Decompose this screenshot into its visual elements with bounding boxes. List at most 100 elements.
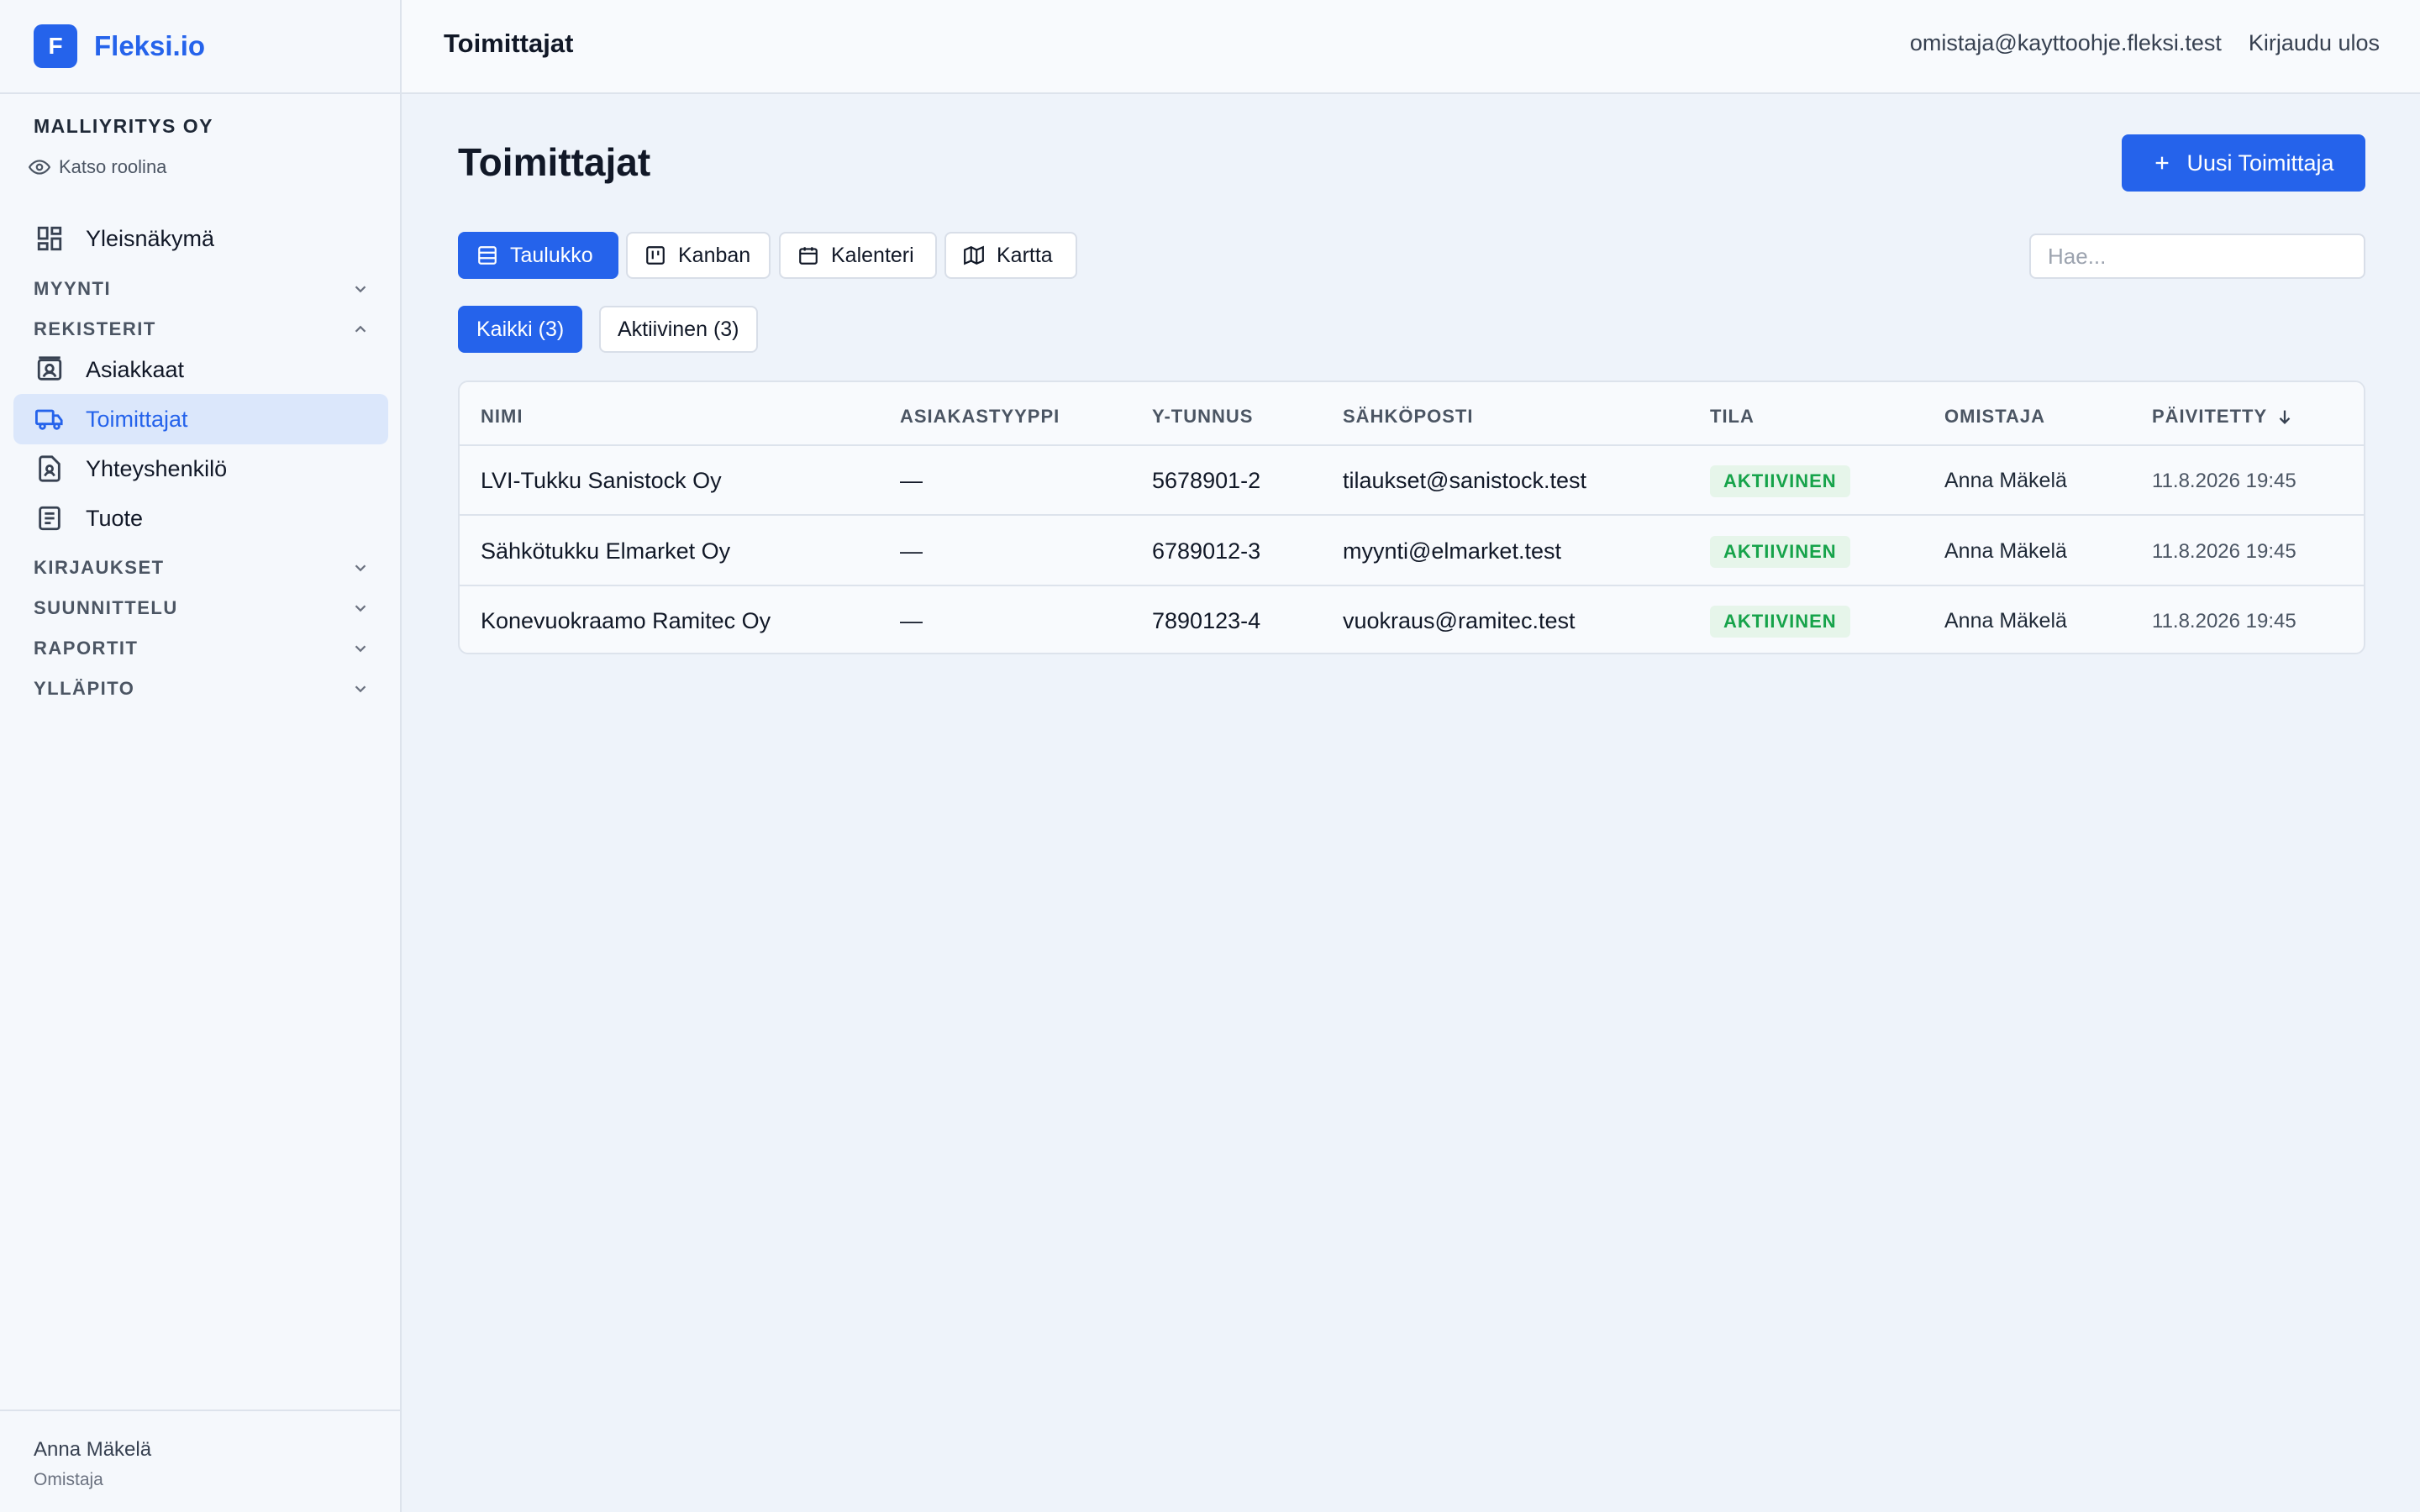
nav-item-products[interactable]: Tuote — [13, 493, 388, 543]
table-header: NIMI ASIAKASTYYPPI Y-TUNNUS SÄHKÖPOSTI T… — [460, 382, 2364, 446]
column-header-status[interactable]: TILA — [1710, 406, 1754, 428]
table-row[interactable]: Konevuokraamo Ramitec Oy — 7890123-4 vuo… — [460, 586, 2364, 653]
column-header-name[interactable]: NIMI — [481, 406, 523, 428]
nav-item-label: Yleisnäkymä — [86, 225, 215, 251]
nav-section-planning[interactable]: SUUNNITTELU — [34, 591, 370, 625]
cell-name: Konevuokraamo Ramitec Oy — [481, 608, 771, 633]
table-row[interactable]: Sähkötukku Elmarket Oy — 6789012-3 myynt… — [460, 517, 2364, 586]
view-tab-label: Kartta — [997, 243, 1053, 267]
nav-item-label: Yhteyshenkilö — [86, 455, 228, 481]
brand-logo: F — [34, 24, 77, 68]
contact-card-icon — [37, 356, 62, 381]
nav-section-label: YLLÄPITO — [34, 678, 135, 699]
calendar-icon — [799, 247, 818, 265]
view-tab-table[interactable]: Taulukko — [458, 232, 618, 279]
cell-status: AKTIIVINEN — [1710, 446, 1850, 516]
chevron-down-icon — [355, 564, 366, 572]
kanban-icon — [646, 246, 665, 265]
search-input[interactable] — [2029, 234, 2365, 279]
brand-name: Fleksi.io — [94, 30, 206, 61]
user-name: Anna Mäkelä — [34, 1438, 152, 1461]
cell-email: tilaukset@sanistock.test — [1343, 468, 1587, 493]
cell-business-id: 6789012-3 — [1152, 538, 1261, 564]
column-header-updated[interactable]: PÄIVITETTY — [2152, 406, 2294, 428]
cell-name: Sähkötukku Elmarket Oy — [481, 538, 731, 564]
nav-item-contacts[interactable]: Yhteyshenkilö — [13, 444, 388, 494]
logout-link[interactable]: Kirjaudu ulos — [2249, 30, 2380, 56]
status-badge: AKTIIVINEN — [1710, 535, 1850, 568]
nav-section-registers[interactable]: REKISTERIT — [34, 312, 370, 346]
chevron-down-icon — [355, 286, 366, 293]
view-tab-kanban[interactable]: Kanban — [626, 232, 771, 279]
truck-icon — [35, 409, 63, 430]
chevron-down-icon — [355, 645, 366, 653]
topbar-user-menu: omistaja@kayttoohje.fleksi.test Kirjaudu… — [1910, 30, 2380, 56]
brand[interactable]: F Fleksi.io — [0, 0, 400, 94]
filter-all[interactable]: Kaikki (3) — [458, 306, 583, 353]
new-supplier-button[interactable]: Uusi Toimittaja — [2122, 134, 2365, 192]
view-tab-map[interactable]: Kartta — [944, 232, 1077, 279]
nav-section-entries[interactable]: KIRJAUKSET — [34, 551, 370, 585]
cell-status: AKTIIVINEN — [1710, 517, 1850, 586]
view-as-label: Katso roolina — [59, 156, 167, 177]
nav-section-label: RAPORTIT — [34, 638, 139, 659]
cell-customer-type: — — [900, 538, 923, 564]
plus-icon — [2156, 156, 2169, 170]
column-header-business-id[interactable]: Y-TUNNUS — [1152, 406, 1253, 428]
cell-business-id: 5678901-2 — [1152, 468, 1261, 493]
view-tab-calendar[interactable]: Kalenteri — [779, 232, 937, 279]
view-as-role-link[interactable]: Katso roolina — [29, 156, 166, 178]
sidebar: F Fleksi.io MALLIYRITYS OY Katso roolina… — [0, 0, 402, 1512]
cell-owner: Anna Mäkelä — [1944, 609, 2067, 633]
filter-active[interactable]: Aktiivinen (3) — [599, 306, 758, 353]
cell-updated: 11.8.2026 19:45 — [2152, 469, 2296, 492]
nav-item-label: Tuote — [86, 505, 144, 531]
cell-business-id: 7890123-4 — [1152, 608, 1261, 633]
topbar-title: Toimittajat — [444, 29, 574, 58]
cell-customer-type: — — [900, 608, 923, 633]
eye-icon — [29, 160, 50, 175]
nav-item-suppliers[interactable]: Toimittajat — [13, 394, 388, 444]
status-badge: AKTIIVINEN — [1710, 605, 1850, 638]
nav-section-label: SUUNNITTELU — [34, 597, 178, 618]
column-header-owner[interactable]: OMISTAJA — [1944, 406, 2045, 428]
table-row[interactable]: LVI-Tukku Sanistock Oy — 5678901-2 tilau… — [460, 446, 2364, 516]
nav-item-label: Asiakkaat — [86, 356, 185, 382]
column-header-email[interactable]: SÄHKÖPOSTI — [1343, 406, 1473, 428]
document-list-icon — [39, 506, 60, 531]
cell-customer-type: — — [900, 468, 923, 493]
new-supplier-label: Uusi Toimittaja — [2186, 150, 2334, 176]
cell-updated: 11.8.2026 19:45 — [2152, 609, 2296, 633]
nav-section-label: KIRJAUKSET — [34, 557, 165, 578]
page-title: Toimittajat — [458, 140, 651, 184]
nav-section-admin[interactable]: YLLÄPITO — [34, 672, 370, 706]
cell-status: AKTIIVINEN — [1710, 586, 1850, 653]
organization-name: MALLIYRITYS OY — [34, 115, 213, 137]
nav-section-label: MYYNTI — [34, 278, 112, 299]
view-tab-label: Kanban — [678, 243, 751, 267]
table-icon — [478, 246, 497, 265]
cell-owner: Anna Mäkelä — [1944, 539, 2067, 563]
person-document-icon — [39, 455, 60, 482]
cell-name: LVI-Tukku Sanistock Oy — [481, 468, 722, 493]
dashboard-icon — [37, 226, 62, 251]
nav-section-sales[interactable]: MYYNTI — [34, 272, 370, 306]
nav-item-label: Toimittajat — [86, 406, 188, 432]
sort-descending-icon — [2279, 410, 2291, 424]
nav-section-reports[interactable]: RAPORTIT — [34, 632, 370, 665]
nav-item-overview[interactable]: Yleisnäkymä — [13, 213, 388, 264]
column-header-label: PÄIVITETTY — [2152, 406, 2268, 427]
cell-email: vuokraus@ramitec.test — [1343, 608, 1576, 633]
sidebar-user-info: Anna Mäkelä Omistaja — [0, 1410, 400, 1512]
chevron-down-icon — [355, 605, 366, 612]
nav-item-customers[interactable]: Asiakkaat — [13, 344, 388, 395]
cell-updated: 11.8.2026 19:45 — [2152, 539, 2296, 563]
user-role: Omistaja — [34, 1470, 103, 1489]
map-icon — [964, 245, 984, 265]
cell-email: myynti@elmarket.test — [1343, 538, 1561, 564]
chevron-up-icon — [355, 325, 366, 333]
view-tab-label: Taulukko — [510, 243, 593, 267]
column-header-customer-type[interactable]: ASIAKASTYYPPI — [900, 406, 1060, 428]
status-badge: AKTIIVINEN — [1710, 465, 1850, 497]
suppliers-table: NIMI ASIAKASTYYPPI Y-TUNNUS SÄHKÖPOSTI T… — [458, 381, 2365, 654]
